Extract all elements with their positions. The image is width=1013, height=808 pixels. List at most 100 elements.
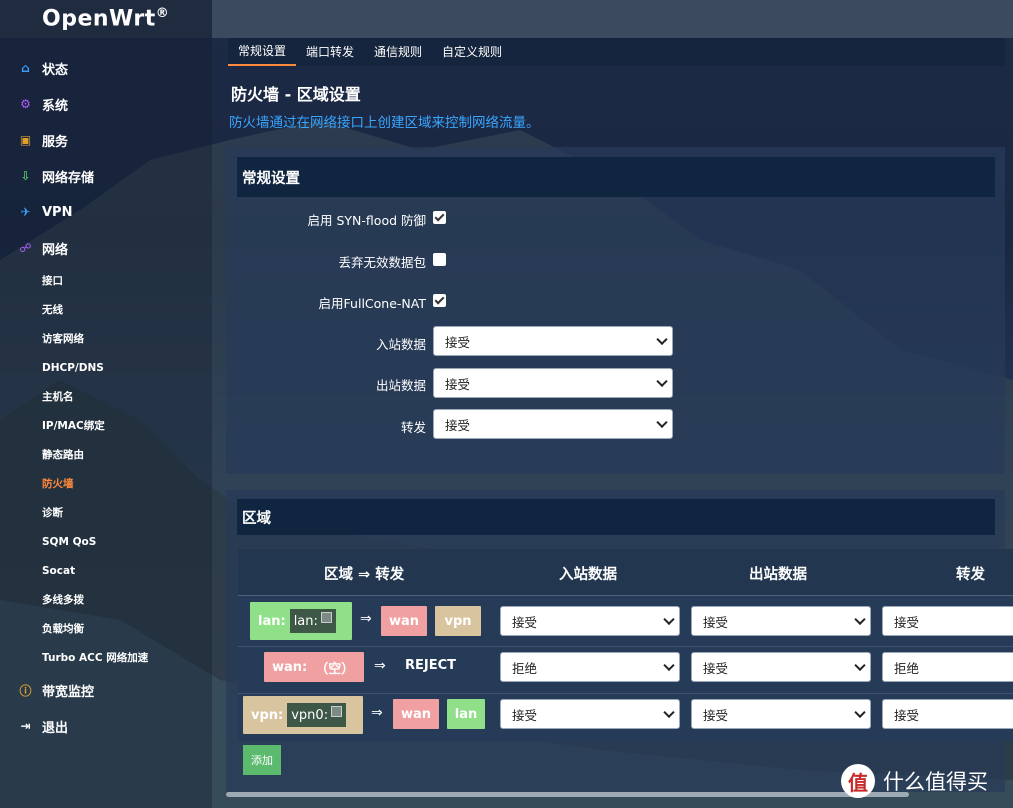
- network-icon: ☍: [19, 241, 32, 255]
- forward-target-lan: lan: [447, 699, 485, 729]
- top-bar: [212, 0, 1013, 38]
- horizontal-scrollbar[interactable]: [226, 792, 909, 797]
- zone-forward-select[interactable]: 拒绝: [882, 652, 1013, 682]
- output-policy-select[interactable]: 接受: [433, 368, 673, 398]
- sidebar-sub-socat[interactable]: Socat: [0, 556, 212, 585]
- col-zone-forward: 区域 ⇒ 转发: [324, 567, 405, 583]
- sidebar-menu: ⌂ 状态 ⚙ 系统 ▣ 服务 ⇩ 网络存储 ✈ VPN ☍ 网络 接口 无线 访客网络 DH…: [0, 50, 212, 744]
- sidebar: OpenWrt® ⌂ 状态 ⚙ 系统 ▣ 服务 ⇩ 网络存储 ✈ VPN ☍ 网络 接口 无…: [0, 0, 212, 808]
- zone-output-select[interactable]: 接受: [691, 699, 871, 729]
- table-row: lan: lan: ⇒ wan vpn 接受 接受 接受: [238, 596, 1013, 647]
- logout-icon: ⇥: [20, 719, 31, 733]
- sidebar-sub-wireless[interactable]: 无线: [0, 295, 212, 324]
- forward-target-vpn: vpn: [435, 606, 481, 636]
- fullcone-nat-label: 启用FullCone-NAT: [318, 296, 426, 311]
- forward-arrow: ⇒: [371, 705, 383, 721]
- forward-arrow: ⇒: [374, 658, 386, 674]
- info-icon: ⓘ: [19, 683, 32, 698]
- home-icon: ⌂: [21, 61, 30, 75]
- zone-output-select[interactable]: 接受: [691, 652, 871, 682]
- chevron-down-icon: [663, 613, 675, 626]
- sidebar-sub-static-routes[interactable]: 静态路由: [0, 440, 212, 469]
- sidebar-sub-sqm-qos[interactable]: SQM QoS: [0, 527, 212, 556]
- zone-badge-lan[interactable]: lan: lan:: [250, 602, 352, 640]
- zone-forward-select[interactable]: 接受: [882, 606, 1013, 636]
- smzdm-logo-icon: 值: [841, 764, 875, 798]
- forward-policy-label: 转发: [400, 420, 426, 435]
- chevron-down-icon: [854, 659, 866, 672]
- input-policy-label: 入站数据: [375, 337, 426, 352]
- sidebar-item-nas[interactable]: ⇩ 网络存储: [0, 158, 212, 194]
- sidebar-sub-turbo-acc[interactable]: Turbo ACC 网络加速: [0, 643, 212, 672]
- table-row: wan: （空） ⇒ REJECT 拒绝 接受 拒绝: [238, 647, 1013, 694]
- forward-policy-select[interactable]: 接受: [433, 409, 673, 439]
- zone-input-select[interactable]: 拒绝: [500, 652, 680, 682]
- watermark: 值 什么值得买: [841, 764, 988, 798]
- col-input: 入站数据: [559, 567, 617, 583]
- zones-table-header: 区域 ⇒ 转发 入站数据 出站数据 转发: [238, 549, 1013, 596]
- network-port-icon: [331, 705, 343, 717]
- sidebar-item-logout[interactable]: ⇥ 退出: [0, 708, 212, 744]
- sidebar-item-bandwidth[interactable]: ⓘ 带宽监控: [0, 672, 212, 708]
- sidebar-sub-interfaces[interactable]: 接口: [0, 266, 212, 295]
- tab-custom-rules[interactable]: 自定义规则: [432, 38, 512, 66]
- output-policy-label: 出站数据: [375, 378, 426, 393]
- forward-arrow: ⇒: [360, 611, 372, 627]
- table-row: vpn: vpn0: ⇒ wan lan 接受 接受 接受: [238, 694, 1013, 740]
- sidebar-sub-diagnostics[interactable]: 诊断: [0, 498, 212, 527]
- sidebar-sub-load-balance[interactable]: 负载均衡: [0, 614, 212, 643]
- zone-input-select[interactable]: 接受: [500, 606, 680, 636]
- sidebar-sub-firewall[interactable]: 防火墙: [0, 469, 212, 498]
- zone-badge-wan[interactable]: wan: （空）: [264, 652, 364, 682]
- chevron-down-icon: [656, 375, 668, 388]
- sidebar-sub-hostnames[interactable]: 主机名: [0, 382, 212, 411]
- chevron-down-icon: [854, 706, 866, 719]
- col-forward: 转发: [956, 567, 985, 583]
- gear-icon: ⚙: [20, 97, 31, 111]
- syn-flood-checkbox[interactable]: [433, 211, 446, 224]
- sidebar-sub-dhcp-dns[interactable]: DHCP/DNS: [0, 353, 212, 382]
- input-policy-select[interactable]: 接受: [433, 326, 673, 356]
- sidebar-item-network[interactable]: ☍ 网络: [0, 230, 212, 266]
- plane-icon: ✈: [20, 205, 31, 219]
- network-port-icon: [320, 611, 332, 623]
- sidebar-sub-guest-network[interactable]: 访客网络: [0, 324, 212, 353]
- zones-heading: 区域: [237, 499, 995, 535]
- forward-target-reject: REJECT: [405, 658, 457, 673]
- zone-forward-select[interactable]: 接受: [882, 699, 1013, 729]
- chevron-down-icon: [663, 659, 675, 672]
- zone-interface: vpn0:: [287, 703, 347, 727]
- zone-interface: lan:: [289, 609, 336, 633]
- fullcone-nat-checkbox[interactable]: [433, 294, 446, 307]
- forward-target-wan: wan: [381, 606, 427, 636]
- tab-bar: 常规设置 端口转发 通信规则 自定义规则: [228, 38, 1005, 66]
- general-settings-heading: 常规设置: [237, 157, 995, 197]
- zone-input-select[interactable]: 接受: [500, 699, 680, 729]
- sidebar-item-services[interactable]: ▣ 服务: [0, 122, 212, 158]
- chevron-down-icon: [854, 613, 866, 626]
- page-title: 防火墙 - 区域设置: [231, 85, 361, 104]
- tab-traffic-rules[interactable]: 通信规则: [364, 38, 432, 66]
- drop-invalid-checkbox[interactable]: [433, 253, 446, 266]
- chevron-down-icon: [656, 333, 668, 346]
- col-output: 出站数据: [749, 567, 807, 583]
- zone-badge-vpn[interactable]: vpn: vpn0:: [243, 696, 363, 734]
- zone-output-select[interactable]: 接受: [691, 606, 871, 636]
- monitor-icon: ▣: [19, 133, 32, 147]
- sidebar-sub-ip-mac-binding[interactable]: IP/MAC绑定: [0, 411, 212, 440]
- add-zone-button[interactable]: 添加: [243, 745, 281, 775]
- sidebar-item-vpn[interactable]: ✈ VPN: [0, 194, 212, 230]
- zones-table: 区域 ⇒ 转发 入站数据 出站数据 转发 lan: lan: ⇒ wan vpn…: [238, 549, 1013, 741]
- syn-flood-label: 启用 SYN-flood 防御: [307, 213, 426, 228]
- tab-port-forward[interactable]: 端口转发: [296, 38, 364, 66]
- sidebar-sub-multiwan[interactable]: 多线多拨: [0, 585, 212, 614]
- forward-target-wan: wan: [393, 699, 439, 729]
- chevron-down-icon: [656, 416, 668, 429]
- download-icon: ⇩: [20, 169, 31, 183]
- drop-invalid-label: 丢弃无效数据包: [338, 255, 426, 270]
- sidebar-item-system[interactable]: ⚙ 系统: [0, 86, 212, 122]
- tab-general[interactable]: 常规设置: [228, 38, 297, 66]
- chevron-down-icon: [663, 706, 675, 719]
- sidebar-item-status[interactable]: ⌂ 状态: [0, 50, 212, 86]
- brand-logo[interactable]: OpenWrt®: [0, 0, 212, 38]
